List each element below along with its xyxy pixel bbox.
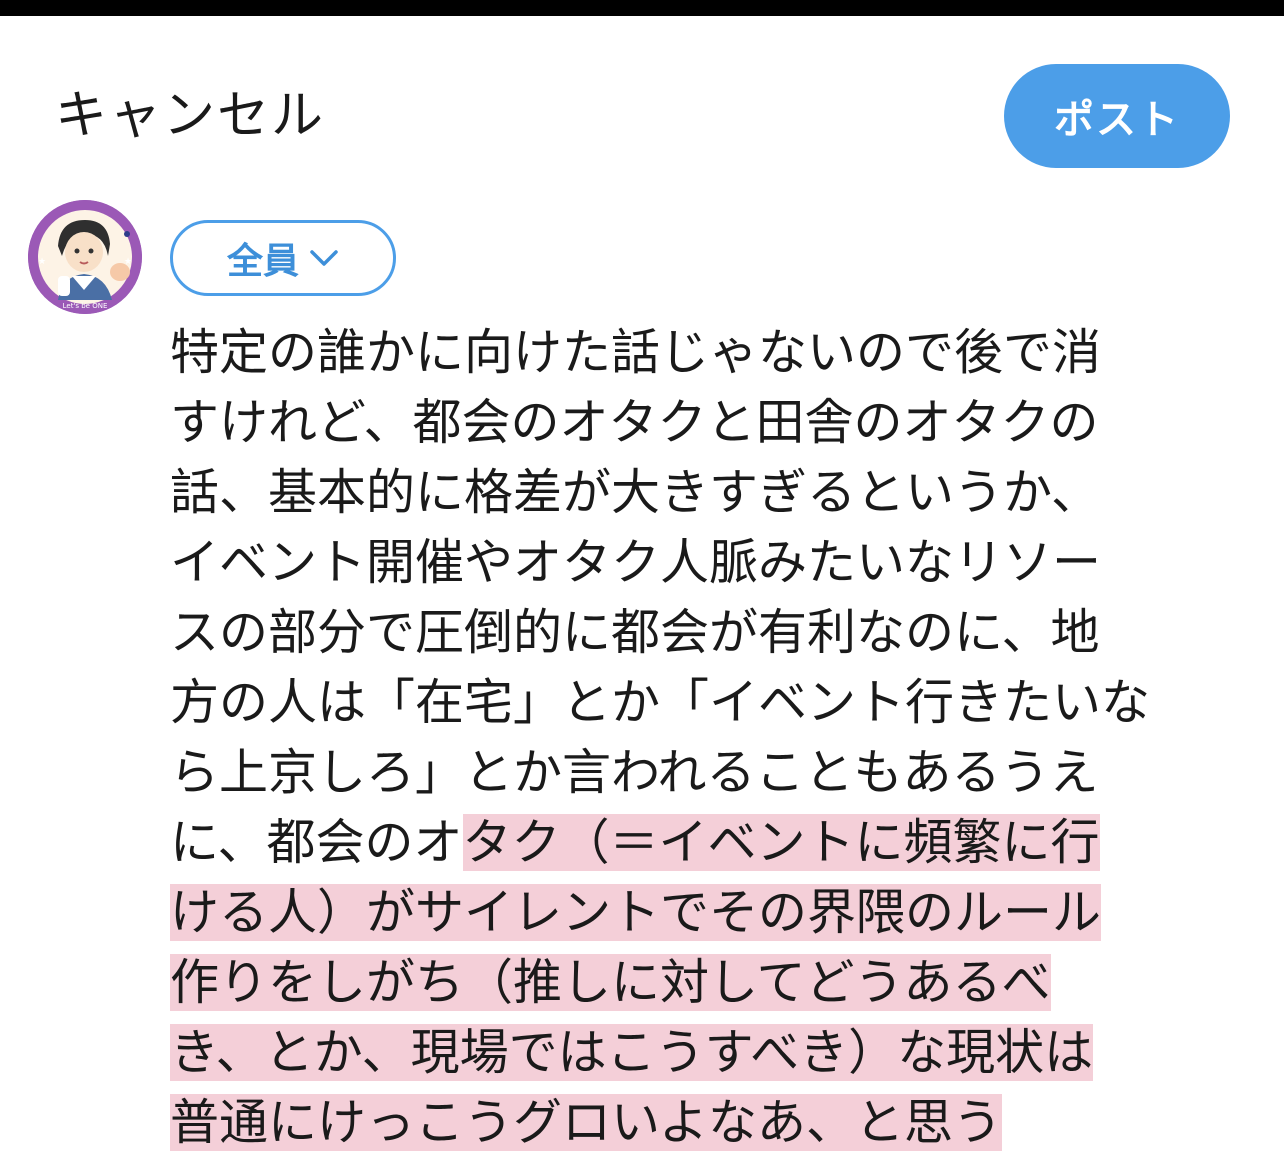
text-selection: き、とか、現場ではこうすべき）な現状は <box>170 1024 1094 1081</box>
text-selection: タク（＝イベントに頻繁に行 <box>462 814 1100 871</box>
text-line: き、とか、現場ではこうすべき）な現状は <box>170 1018 1260 1088</box>
text-line: 方の人は「在宅」とか「イベント行きたいな <box>170 674 1151 731</box>
text-selection: 作りをしがち（推しに対してどうあるべ <box>170 954 1051 1011</box>
text-line: ら上京しろ」とか言われることもあるうえ <box>170 744 1099 801</box>
text-line: スの部分で圧倒的に都会が有利なのに、地 <box>170 604 1100 661</box>
post-button[interactable]: ポスト <box>1004 64 1230 168</box>
svg-text:★: ★ <box>38 257 46 267</box>
text-selection: 普通にけっこうグロいよなあ、と思う <box>170 1094 1003 1151</box>
cancel-button[interactable]: キャンセル <box>55 84 325 148</box>
status-bar <box>0 0 1284 16</box>
audience-selector[interactable]: 全員 <box>170 220 396 296</box>
text-line: イベント開催やオタク人脈みたいなリソー <box>170 534 1102 591</box>
audience-label: 全員 <box>226 241 299 282</box>
avatar-image: ★ ★ Let's be ONE <box>28 200 142 314</box>
text-selection: ける人）がサイレントでその界隈のルール <box>170 884 1102 941</box>
text-line: 特定の誰かに向けた話じゃないので後で消 <box>170 324 1102 381</box>
svg-text:★: ★ <box>124 257 132 267</box>
text-line: 普通にけっこうグロいよなあ、と思う <box>170 1088 1260 1158</box>
text-line: ける人）がサイレントでその界隈のルール <box>170 878 1260 948</box>
avatar-caption: Let's be ONE <box>63 302 108 310</box>
text-line: 作りをしがち（推しに対してどうあるべ <box>170 948 1260 1018</box>
avatar[interactable]: ★ ★ Let's be ONE <box>28 200 142 314</box>
chevron-down-icon <box>310 250 338 266</box>
text-line: 話、基本的に格差が大きすぎるというか、 <box>170 464 1101 521</box>
text-line: に、都会のオタク（＝イベントに頻繁に行 <box>170 814 1100 871</box>
tweet-text-area[interactable]: 特定の誰かに向けた話じゃないので後で消 すけれど、都会のオタクと田舎のオタクの … <box>170 318 1260 1158</box>
text-line: すけれど、都会のオタクと田舎のオタクの <box>170 394 1099 451</box>
